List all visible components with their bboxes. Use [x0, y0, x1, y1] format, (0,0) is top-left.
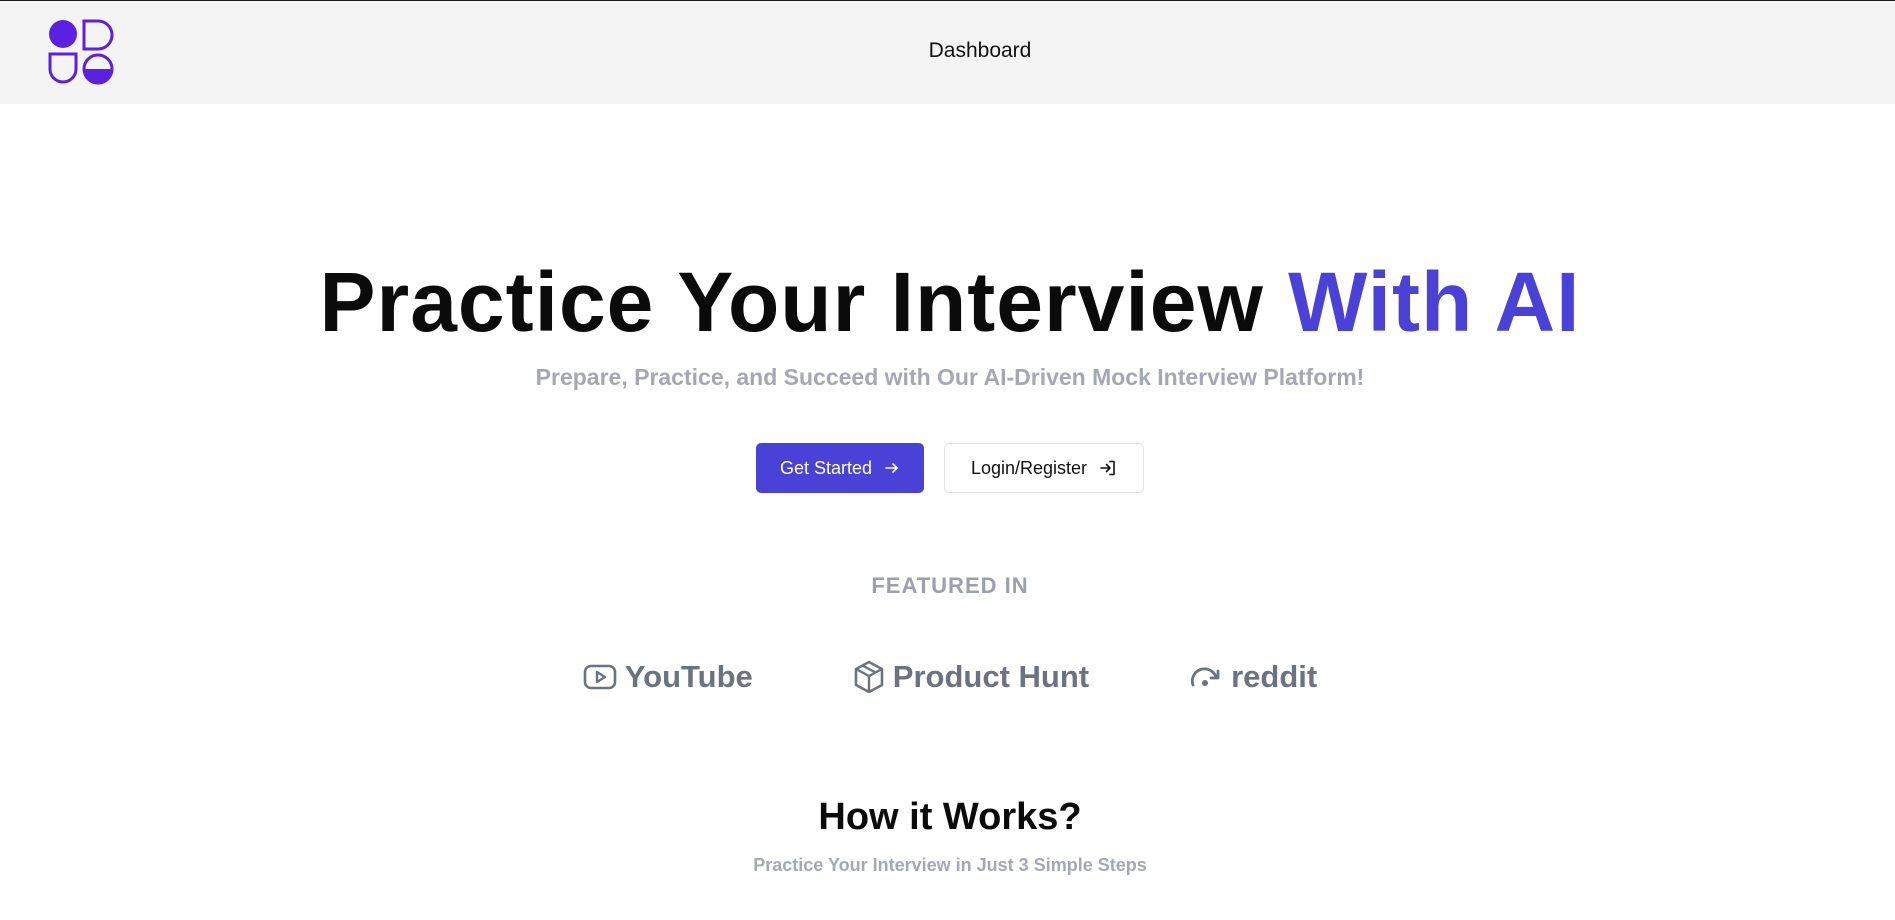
login-icon: [1100, 460, 1115, 476]
get-started-button[interactable]: Get Started: [756, 443, 924, 493]
nav-link-dashboard[interactable]: Dashboard: [929, 39, 1032, 63]
app-logo-icon[interactable]: [48, 19, 114, 85]
featured-in-heading: FEATURED IN: [871, 573, 1029, 598]
youtube-icon: [583, 664, 617, 690]
arrow-right-icon: [885, 463, 898, 473]
brand-youtube-label: YouTube: [624, 659, 753, 694]
brand-reddit[interactable]: reddit: [1189, 659, 1317, 695]
reddit-icon: [1191, 667, 1220, 687]
how-it-works-subtitle: Practice Your Interview in Just 3 Simple…: [753, 855, 1147, 875]
hero-cta-row: Get Started Login/Register: [756, 443, 1144, 493]
brand-reddit-label: reddit: [1231, 659, 1318, 694]
top-navbar: Dashboard: [0, 1, 1895, 104]
brand-youtube[interactable]: YouTube: [583, 659, 753, 695]
brand-product-hunt-label: Product Hunt: [892, 659, 1090, 694]
login-register-label: Login/Register: [970, 457, 1088, 478]
featured-logos: YouTube Product Hunt reddit: [0, 655, 1895, 699]
hero-title: Practice Your Interview With AI: [0, 252, 1895, 352]
hero-title-accent: With AI: [1288, 255, 1581, 349]
hero-subtitle: Prepare, Practice, and Succeed with Our …: [535, 364, 1365, 390]
hero-title-main: Practice Your Interview: [319, 255, 1289, 349]
how-it-works-title: How it Works?: [818, 796, 1082, 838]
brand-product-hunt[interactable]: Product Hunt: [853, 659, 1089, 695]
get-started-label: Get Started: [779, 457, 873, 478]
login-register-button[interactable]: Login/Register: [944, 443, 1144, 493]
package-icon: [854, 660, 884, 694]
nav-bar-center: Dashboard: [0, 1, 1895, 101]
